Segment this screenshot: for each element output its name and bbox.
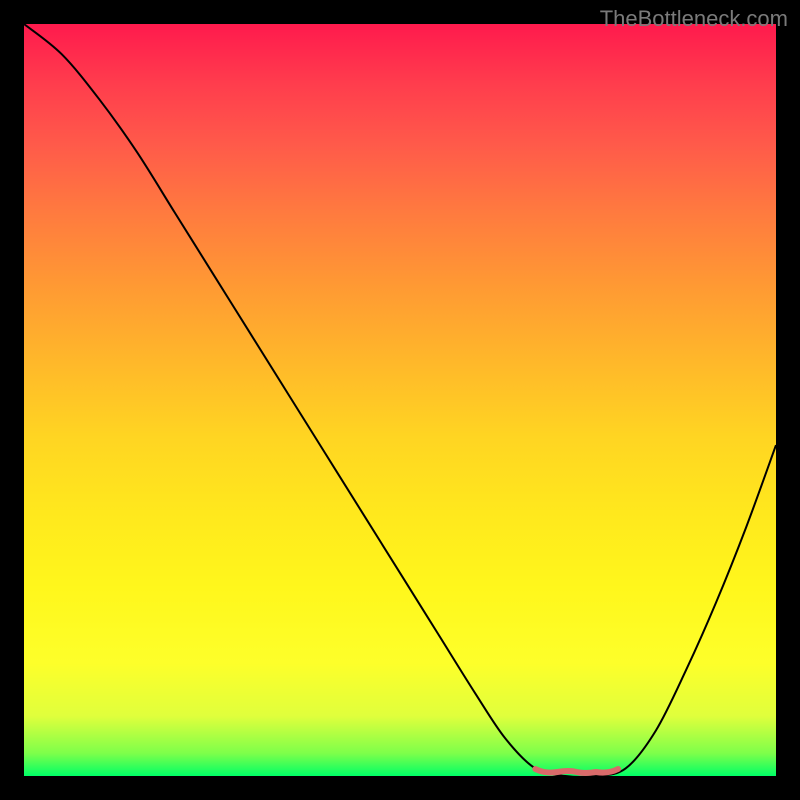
optimal-range-marker [535, 769, 618, 773]
chart-svg [24, 24, 776, 776]
chart-plot-area [24, 24, 776, 776]
watermark-label: TheBottleneck.com [600, 6, 788, 32]
bottleneck-curve-line [24, 24, 776, 776]
